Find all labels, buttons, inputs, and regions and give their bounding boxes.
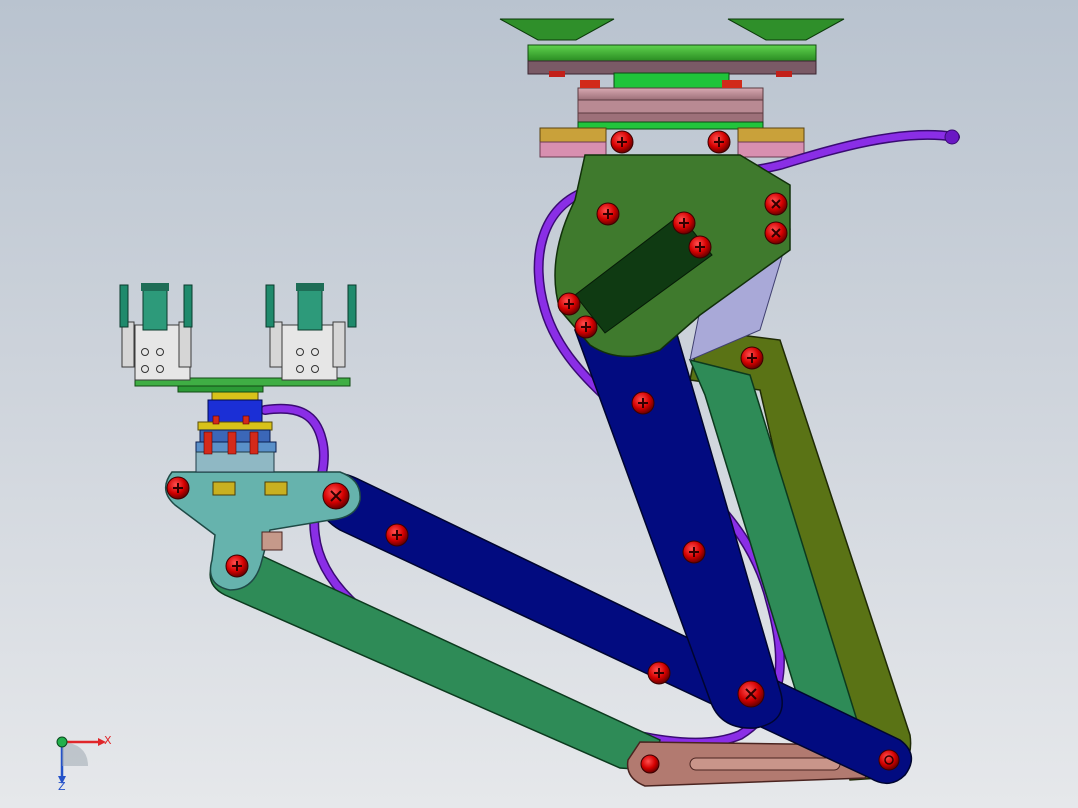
bolt [878,749,900,771]
bolt [385,523,409,547]
pink-block-right [737,141,805,158]
bolt [225,554,249,578]
bolt [764,221,788,245]
bolt [764,192,788,216]
gold-block-right [737,127,805,143]
bolt [688,235,712,259]
bolt [682,540,706,564]
cad-viewport[interactable]: X Z [0,0,1078,808]
bolt [166,476,190,500]
wrist-label-right [264,481,288,496]
bolt [596,202,620,226]
wrist-label-left [212,481,236,496]
flange-stack-1 [577,87,764,101]
bolt [647,661,671,685]
triad-z-label: Z [58,780,66,793]
bolt [740,346,764,370]
suction-cup-right [727,18,845,41]
bolt [737,680,765,708]
bolt [557,292,581,316]
robot-arm-model[interactable]: X Z [0,0,1078,808]
mount-plate-upper [527,44,817,62]
green-link-lower [209,554,661,771]
bolt [631,391,655,415]
gripper-right [265,283,357,381]
triad-x-label: X [104,734,112,747]
bolt [322,482,350,510]
gold-block-left [539,127,607,143]
bolt [574,315,598,339]
gripper-left [119,283,193,381]
gripper-assembly [119,283,357,393]
flange-stack-2 [577,99,764,114]
coordinate-triad: X Z [56,734,112,793]
wrist-rotator [195,389,277,473]
top-mount [499,18,845,158]
bolt [707,130,731,154]
mount-hub [613,72,730,90]
mount-plate-lower [527,60,817,75]
elbow-hex-bolt-left [640,754,660,774]
bolt [610,130,634,154]
suction-cup-left [499,18,615,41]
bolt [672,211,696,235]
